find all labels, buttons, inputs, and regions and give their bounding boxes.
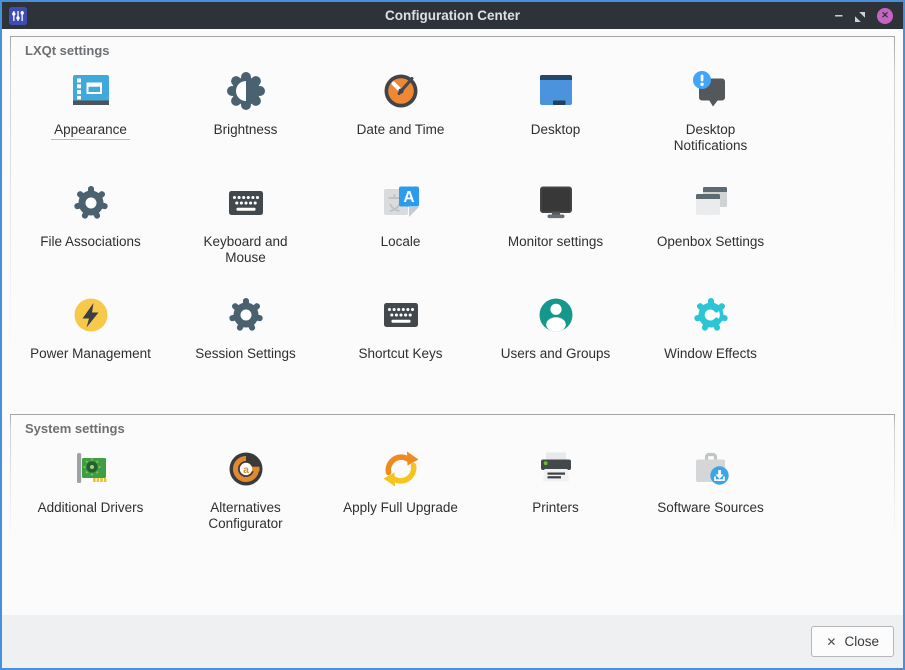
app-item-label: Desktop Notifications: [671, 122, 751, 155]
app-grid: Additional Drivers a Alternatives Configu…: [13, 442, 886, 554]
app-item-keyboard[interactable]: Keyboard and Mouse: [168, 176, 323, 288]
app-item-label: Locale: [378, 234, 424, 251]
keyboard-icon: [222, 179, 270, 227]
app-item-locale[interactable]: A Locale: [323, 176, 478, 288]
datetime-icon: [377, 67, 425, 115]
restore-button[interactable]: [854, 10, 866, 22]
session-icon: [222, 291, 270, 339]
app-item-label: Monitor settings: [505, 234, 606, 251]
app-item-label: Keyboard and Mouse: [200, 234, 290, 267]
close-icon: ✕: [826, 635, 836, 649]
app-item-label: Window Effects: [661, 346, 760, 363]
openbox-icon: [687, 179, 735, 227]
app-item-label: Users and Groups: [498, 346, 614, 363]
svg-text:A: A: [403, 189, 414, 206]
app-item-shortcuts[interactable]: Shortcut Keys: [323, 288, 478, 400]
software-icon: [687, 445, 735, 493]
app-item-label: Power Management: [27, 346, 154, 363]
window-title: Configuration Center: [2, 8, 903, 23]
app-item-datetime[interactable]: Date and Time: [323, 64, 478, 176]
app-item-alternatives[interactable]: a Alternatives Configurator: [168, 442, 323, 554]
app-item-label: Apply Full Upgrade: [340, 500, 461, 517]
fileassoc-icon: [67, 179, 115, 227]
printers-icon: [532, 445, 580, 493]
app-item-desktop[interactable]: Desktop: [478, 64, 633, 176]
brightness-icon: [222, 67, 270, 115]
close-label: Close: [844, 634, 879, 649]
app-item-label: Openbox Settings: [654, 234, 767, 251]
upgrade-icon: [377, 445, 425, 493]
app-item-software[interactable]: Software Sources: [633, 442, 788, 554]
app-item-upgrade[interactable]: Apply Full Upgrade: [323, 442, 478, 554]
app-item-windowfx[interactable]: Window Effects: [633, 288, 788, 400]
desktop-icon: [532, 67, 580, 115]
app-item-label: Shortcut Keys: [355, 346, 445, 363]
minimize-button[interactable]: –: [835, 11, 843, 21]
power-icon: [67, 291, 115, 339]
settings-group-lxqt: LXQt settings Appearance Brightness Date …: [10, 36, 895, 405]
users-icon: [532, 291, 580, 339]
drivers-icon: [67, 445, 115, 493]
group-label: System settings: [25, 421, 886, 436]
app-item-power[interactable]: Power Management: [13, 288, 168, 400]
app-item-openbox[interactable]: Openbox Settings: [633, 176, 788, 288]
app-item-printers[interactable]: Printers: [478, 442, 633, 554]
app-item-session[interactable]: Session Settings: [168, 288, 323, 400]
app-item-users[interactable]: Users and Groups: [478, 288, 633, 400]
settings-content: LXQt settings Appearance Brightness Date …: [2, 29, 903, 615]
app-item-label: Alternatives Configurator: [205, 500, 285, 533]
close-window-button[interactable]: ✕: [877, 8, 893, 24]
app-icon: [9, 7, 27, 25]
close-button[interactable]: ✕ Close: [811, 626, 894, 657]
app-item-drivers[interactable]: Additional Drivers: [13, 442, 168, 554]
app-item-label: Printers: [529, 500, 582, 517]
shortcuts-icon: [377, 291, 425, 339]
app-grid: Appearance Brightness Date and Time Deskto…: [13, 64, 886, 400]
app-item-fileassoc[interactable]: File Associations: [13, 176, 168, 288]
settings-group-system: System settings Additional Drivers a Alte…: [10, 414, 895, 559]
app-item-label: Software Sources: [654, 500, 767, 517]
app-item-label: Brightness: [211, 122, 281, 139]
app-item-appearance[interactable]: Appearance: [13, 64, 168, 176]
app-item-monitor[interactable]: Monitor settings: [478, 176, 633, 288]
alternatives-icon: a: [222, 445, 270, 493]
app-item-label: Session Settings: [192, 346, 299, 363]
app-item-label: Additional Drivers: [35, 500, 147, 517]
app-item-label: Date and Time: [354, 122, 448, 139]
locale-icon: A: [377, 179, 425, 227]
windowfx-icon: [687, 291, 735, 339]
footer: ✕ Close: [2, 615, 903, 668]
svg-text:a: a: [243, 464, 249, 476]
notifications-icon: [687, 67, 735, 115]
group-label: LXQt settings: [25, 43, 886, 58]
appearance-icon: [67, 67, 115, 115]
titlebar: Configuration Center – ✕: [2, 2, 903, 29]
monitor-icon: [532, 179, 580, 227]
configuration-center-window: Configuration Center – ✕ LXQt settings A…: [0, 0, 905, 670]
app-item-label: Desktop: [528, 122, 584, 139]
app-item-notifications[interactable]: Desktop Notifications: [633, 64, 788, 176]
app-item-label: File Associations: [37, 234, 144, 251]
app-item-brightness[interactable]: Brightness: [168, 64, 323, 176]
app-item-label: Appearance: [51, 122, 130, 140]
